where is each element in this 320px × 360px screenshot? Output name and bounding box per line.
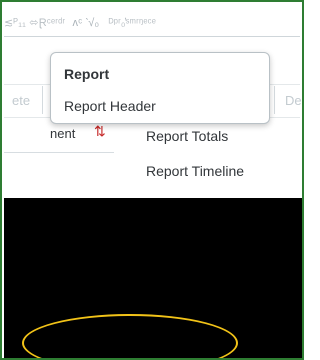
submenu-item-report-totals[interactable]: Report Totals xyxy=(146,128,228,144)
action-button-left-label: ete xyxy=(12,93,31,108)
column-header-label: nent xyxy=(50,126,76,141)
sort-icon[interactable]: ⇅ xyxy=(94,123,106,140)
menu-item-report-header[interactable]: Report Header xyxy=(64,98,156,114)
screenshot-frame: ≲ᴾ₁₁ ⬄Ɽᶜᵉʳᵈʳ ʌᶜ ‵√₀ ᴰᵖʳ₀̓ˢᵐʳᵑᵉᶜᵉ ete Del… xyxy=(0,0,304,360)
delete-button-label: Del xyxy=(285,93,304,108)
breadcrumb-segment-1[interactable]: ≲ᴾ₁₁ ⬄Ɽᶜᵉʳᵈʳ xyxy=(4,12,65,34)
menu-title: Report xyxy=(64,66,110,82)
breadcrumb-segment-3[interactable]: ᴰᵖʳ₀̓ˢᵐʳᵑᵉᶜᵉ xyxy=(109,12,156,34)
breadcrumb-segment-2[interactable]: ʌᶜ ‵√₀ xyxy=(73,12,100,34)
header-divider xyxy=(4,36,300,37)
submenu-item-report-timeline[interactable]: Report Timeline xyxy=(146,163,244,179)
breadcrumb: ≲ᴾ₁₁ ⬄Ɽᶜᵉʳᵈʳ ʌᶜ ‵√₀ ᴰᵖʳ₀̓ˢᵐʳᵑᵉᶜᵉ xyxy=(4,12,302,34)
